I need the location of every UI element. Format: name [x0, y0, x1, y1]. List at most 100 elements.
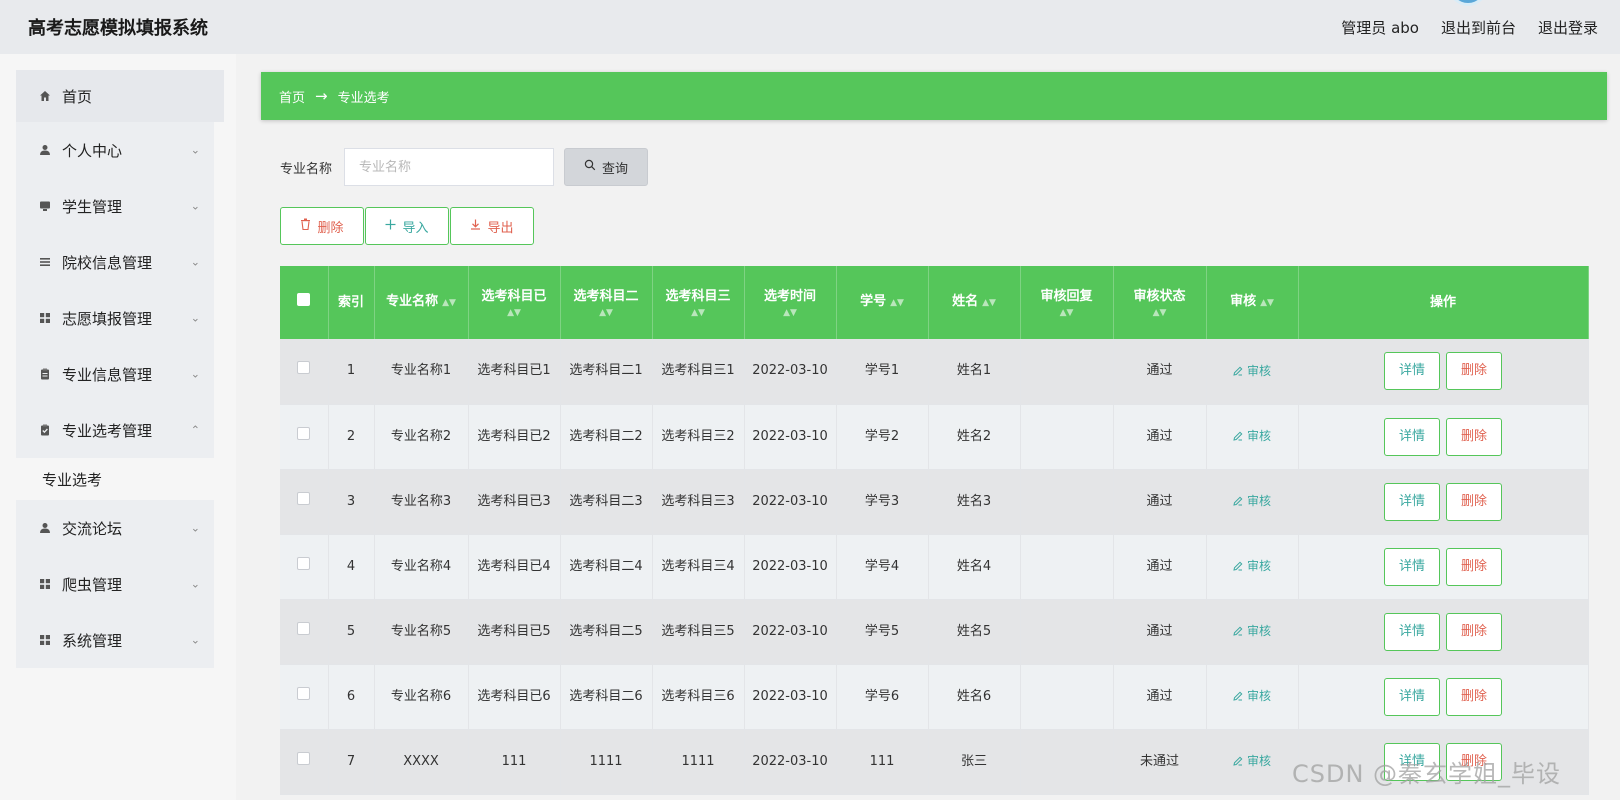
row-delete-button[interactable]: 删除 — [1446, 677, 1502, 716]
sidebar-item-forum[interactable]: 交流论坛 ⌄ — [16, 500, 214, 556]
row-select-cell[interactable] — [280, 599, 329, 665]
row-select-cell[interactable] — [280, 339, 329, 405]
grid-icon — [38, 311, 52, 325]
search-button-label: 查询 — [602, 161, 629, 177]
row-delete-button[interactable]: 删除 — [1446, 417, 1502, 456]
detail-button[interactable]: 详情 — [1384, 352, 1440, 391]
audit-link[interactable]: 审核 — [1233, 559, 1271, 573]
cell-audit: 审核 — [1206, 339, 1299, 405]
sort-icon[interactable]: ▲▼ — [1118, 307, 1202, 319]
edit-icon — [1233, 561, 1243, 571]
cell-index: 4 — [328, 534, 375, 600]
header-subject-2[interactable]: 选考科目二 ▲▼ — [560, 266, 653, 339]
current-user-label: 管理员 abo — [1341, 18, 1419, 37]
row-delete-button[interactable]: 删除 — [1446, 482, 1502, 521]
header-major-name[interactable]: 专业名称 ▲▼ — [374, 266, 469, 339]
cell-audit-status: 通过 — [1113, 534, 1207, 600]
toolbar: 删除 导入 导出 — [280, 207, 535, 245]
sidebar-menu: 首页 个人中心 ⌄ 学生管理 ⌄ 院校信息管理 ⌄ 志愿填报管理 ⌄ 专业信息管… — [0, 70, 224, 668]
header-student-name[interactable]: 姓名 ▲▼ — [928, 266, 1021, 339]
search-input[interactable] — [344, 148, 555, 186]
cell-subject-2: 选考科目二5 — [560, 599, 653, 665]
detail-button[interactable]: 详情 — [1384, 482, 1440, 521]
sort-icon[interactable]: ▲▼ — [473, 307, 556, 319]
select-all-cell[interactable] — [280, 266, 329, 339]
row-checkbox[interactable] — [297, 751, 311, 765]
cell-audit: 审核 — [1206, 534, 1299, 600]
cell-student-id: 学号4 — [836, 534, 929, 600]
search-label: 专业名称 — [280, 161, 333, 177]
sort-icon[interactable]: ▲▼ — [442, 298, 456, 308]
cell-student-id: 111 — [836, 729, 929, 795]
detail-button[interactable]: 详情 — [1384, 677, 1440, 716]
audit-link[interactable]: 审核 — [1233, 754, 1271, 768]
sidebar-item-college-info[interactable]: 院校信息管理 ⌄ — [16, 234, 214, 290]
audit-link[interactable]: 审核 — [1233, 429, 1271, 443]
row-delete-button[interactable]: 删除 — [1446, 547, 1502, 586]
detail-button[interactable]: 详情 — [1384, 612, 1440, 651]
cell-subject-1: 111 — [468, 729, 561, 795]
chevron-down-icon: ⌄ — [190, 521, 200, 535]
audit-link[interactable]: 审核 — [1233, 624, 1271, 638]
cell-student-name: 姓名3 — [928, 469, 1021, 535]
row-checkbox[interactable] — [297, 491, 311, 505]
detail-button[interactable]: 详情 — [1384, 417, 1440, 456]
select-all-checkbox[interactable] — [297, 292, 311, 306]
import-button[interactable]: 导入 — [365, 207, 449, 245]
header-exam-time[interactable]: 选考时间 ▲▼ — [744, 266, 837, 339]
cell-audit: 审核 — [1206, 729, 1299, 795]
row-checkbox[interactable] — [297, 621, 311, 635]
logout-link[interactable]: 退出登录 — [1538, 17, 1598, 38]
sidebar-item-student-management[interactable]: 学生管理 ⌄ — [16, 178, 214, 234]
sidebar-item-home[interactable]: 首页 — [16, 70, 224, 122]
sidebar-item-application-management[interactable]: 志愿填报管理 ⌄ — [16, 290, 214, 346]
sidebar-item-system[interactable]: 系统管理 ⌄ — [16, 612, 214, 668]
row-checkbox[interactable] — [297, 361, 311, 375]
row-select-cell[interactable] — [280, 469, 329, 535]
sort-icon[interactable]: ▲▼ — [1025, 307, 1109, 319]
row-delete-button[interactable]: 删除 — [1446, 612, 1502, 651]
breadcrumb-home[interactable]: 首页 — [279, 87, 305, 106]
cell-subject-2: 选考科目二6 — [560, 664, 653, 730]
exit-to-front-link[interactable]: 退出到前台 — [1441, 17, 1516, 38]
row-delete-button[interactable]: 删除 — [1446, 352, 1502, 391]
cell-audit-reply — [1020, 534, 1114, 600]
row-checkbox[interactable] — [297, 556, 311, 570]
detail-button[interactable]: 详情 — [1384, 547, 1440, 586]
sort-icon[interactable]: ▲▼ — [982, 298, 996, 308]
sort-icon[interactable]: ▲▼ — [890, 298, 904, 308]
sidebar-item-major-info[interactable]: 专业信息管理 ⌄ — [16, 346, 214, 402]
audit-link[interactable]: 审核 — [1233, 689, 1271, 703]
sidebar-item-personal-center[interactable]: 个人中心 ⌄ — [16, 122, 214, 178]
cell-subject-3: 选考科目三6 — [652, 664, 745, 730]
sort-icon[interactable]: ▲▼ — [1260, 298, 1274, 308]
header-audit-reply[interactable]: 审核回复 ▲▼ — [1020, 266, 1114, 339]
row-checkbox[interactable] — [297, 686, 311, 700]
sidebar-item-crawler[interactable]: 爬虫管理 ⌄ — [16, 556, 214, 612]
row-select-cell[interactable] — [280, 664, 329, 730]
cell-operations: 详情 删除 — [1298, 339, 1589, 405]
export-button[interactable]: 导出 — [450, 207, 534, 245]
header-subject-3[interactable]: 选考科目三 ▲▼ — [652, 266, 745, 339]
sidebar-item-major-elective[interactable]: 专业选考管理 ⌃ — [16, 402, 214, 458]
chevron-down-icon: ⌄ — [190, 633, 200, 647]
row-select-cell[interactable] — [280, 534, 329, 600]
header-subject-1[interactable]: 选考科目已 ▲▼ — [468, 266, 561, 339]
sort-icon[interactable]: ▲▼ — [565, 307, 648, 319]
search-button[interactable]: 查询 — [564, 148, 649, 186]
audit-link[interactable]: 审核 — [1233, 494, 1271, 508]
sort-icon[interactable]: ▲▼ — [749, 307, 832, 319]
audit-link[interactable]: 审核 — [1233, 364, 1271, 378]
row-select-cell[interactable] — [280, 404, 329, 470]
cell-student-name: 姓名5 — [928, 599, 1021, 665]
sidebar-subitem-major-elective[interactable]: 专业选考 — [0, 458, 214, 500]
header-audit-status[interactable]: 审核状态 ▲▼ — [1113, 266, 1207, 339]
header-audit[interactable]: 审核 ▲▼ — [1206, 266, 1299, 339]
header-student-id[interactable]: 学号 ▲▼ — [836, 266, 929, 339]
user-icon — [38, 521, 52, 535]
cell-audit-status: 通过 — [1113, 664, 1207, 730]
sort-icon[interactable]: ▲▼ — [657, 307, 740, 319]
row-select-cell[interactable] — [280, 729, 329, 795]
batch-delete-button[interactable]: 删除 — [280, 207, 364, 245]
row-checkbox[interactable] — [297, 426, 311, 440]
